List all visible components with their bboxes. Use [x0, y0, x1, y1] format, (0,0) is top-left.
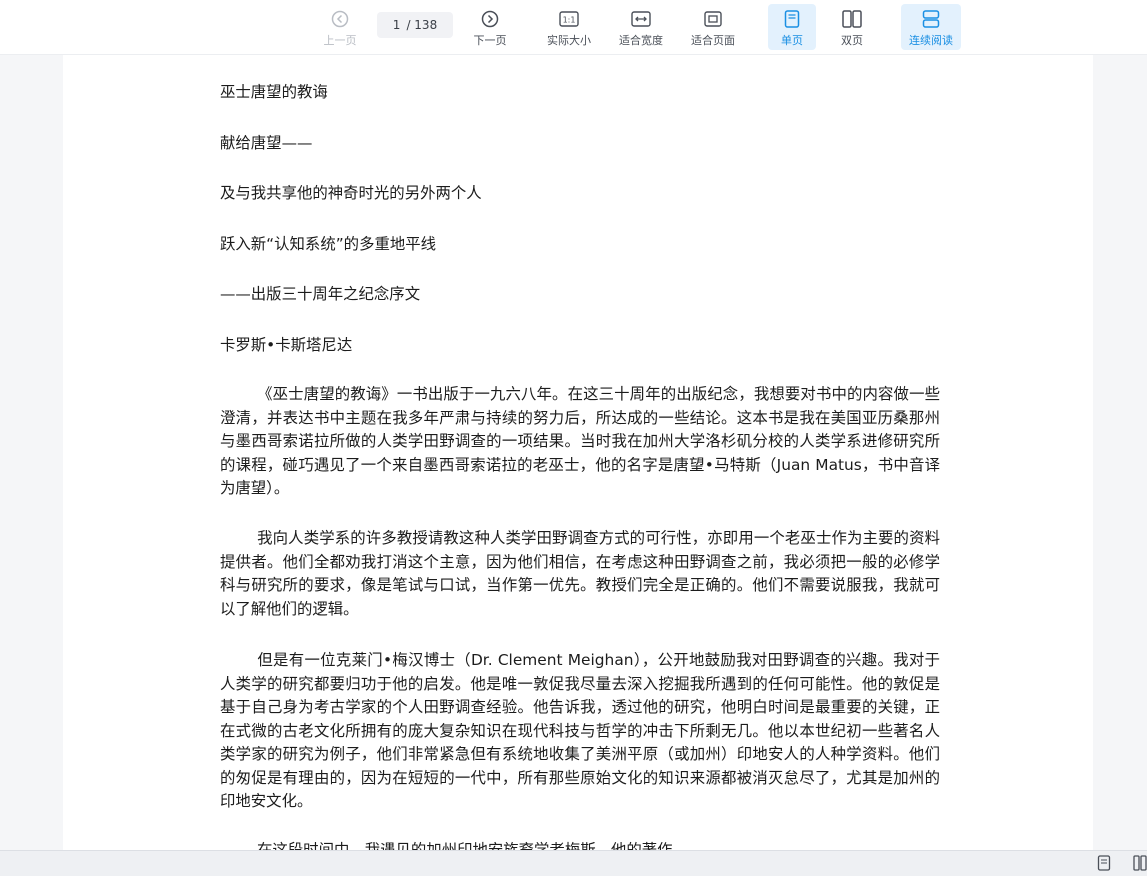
- status-bar: [0, 850, 1147, 876]
- svg-text:1:1: 1:1: [563, 16, 576, 25]
- double-page-button[interactable]: 双页: [829, 4, 875, 50]
- continuous-reading-label: 连续阅读: [909, 34, 953, 47]
- paragraph-text: 在这段时间中，我遇见的加州印地安族裔学者梅斯，他的著作: [257, 841, 673, 850]
- prev-page-label: 上一页: [323, 34, 357, 47]
- paragraph-text: 但是有一位克莱门•梅汉博士（Dr. Clement Meighan），公开地鼓励…: [220, 651, 940, 810]
- continuous-reading-icon: [922, 8, 940, 30]
- actual-size-label: 实际大小: [547, 34, 591, 47]
- dedication-line: 献给唐望——: [220, 134, 313, 152]
- double-page-icon: [842, 8, 862, 30]
- actual-size-icon: 1:1: [559, 8, 579, 30]
- fit-width-label: 适合宽度: [619, 34, 663, 47]
- fit-page-icon: [704, 8, 722, 30]
- chevron-left-circle-icon: [331, 8, 349, 30]
- paragraph-text: 我向人类学系的许多教授请教这种人类学田野调查方式的可行性，亦即用一个老巫士作为主…: [220, 529, 940, 618]
- single-page-view-icon[interactable]: [1097, 855, 1111, 875]
- fit-page-label: 适合页面: [691, 34, 735, 47]
- page-number-box[interactable]: 1 / 138: [377, 12, 453, 38]
- paragraph: 但是有一位克莱门•梅汉博士（Dr. Clement Meighan），公开地鼓励…: [220, 649, 940, 814]
- chevron-right-circle-icon: [481, 8, 499, 30]
- single-page-label: 单页: [781, 34, 803, 47]
- preface-title: 跃入新“认知系统”的多重地平线: [220, 235, 437, 253]
- page-current-input[interactable]: 1: [393, 18, 401, 32]
- single-page-button[interactable]: 单页: [768, 4, 816, 50]
- right-gutter: [1093, 55, 1147, 850]
- document-page: 巫士唐望的教诲 献给唐望—— 及与我共享他的神奇时光的另外两个人 跃入新“认知系…: [63, 55, 1093, 850]
- preface-subtitle: ——出版三十周年之纪念序文: [220, 285, 421, 303]
- paragraph: 《巫士唐望的教诲》一书出版于一九六八年。在这三十周年的出版纪念，我想要对书中的内…: [220, 383, 940, 501]
- paragraph-text: 《巫士唐望的教诲》一书出版于一九六八年。在这三十周年的出版纪念，我想要对书中的内…: [220, 385, 940, 497]
- next-page-button[interactable]: 下一页: [468, 4, 512, 50]
- fit-width-icon: [631, 8, 651, 30]
- paragraph-partial: 在这段时间中，我遇见的加州印地安族裔学者梅斯，他的著作: [220, 839, 940, 850]
- actual-size-button[interactable]: 1:1 实际大小: [541, 4, 597, 50]
- book-title: 巫士唐望的教诲: [220, 83, 328, 101]
- fit-page-button[interactable]: 适合页面: [685, 4, 741, 50]
- author-name: 卡罗斯•卡斯塔尼达: [220, 336, 353, 354]
- next-page-label: 下一页: [473, 34, 507, 47]
- prev-page-button[interactable]: 上一页: [318, 4, 362, 50]
- page-total: / 138: [406, 18, 438, 32]
- continuous-reading-button[interactable]: 连续阅读: [901, 4, 961, 50]
- dedication-line-2: 及与我共享他的神奇时光的另外两个人: [220, 184, 482, 202]
- single-page-icon: [784, 8, 800, 30]
- paragraph: 我向人类学系的许多教授请教这种人类学田野调查方式的可行性，亦即用一个老巫士作为主…: [220, 527, 940, 621]
- fit-width-button[interactable]: 适合宽度: [613, 4, 669, 50]
- double-page-view-icon[interactable]: [1133, 855, 1147, 875]
- double-page-label: 双页: [841, 34, 863, 47]
- viewer-toolbar: 上一页 1 / 138 下一页 1:1 实际大小 适合宽度 适合页面 单页 双页…: [0, 0, 1147, 55]
